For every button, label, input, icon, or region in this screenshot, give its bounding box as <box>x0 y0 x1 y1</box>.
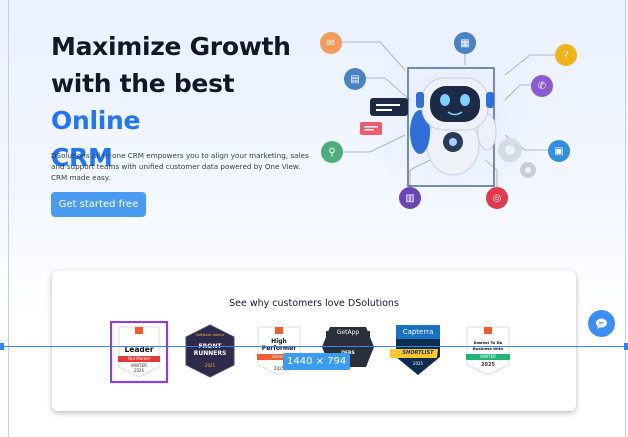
guide-cap-left <box>0 343 4 350</box>
hero-title-accent: Online <box>51 106 141 135</box>
hero-title-line2: with the best <box>51 69 235 98</box>
capterra-line1: Capterra <box>402 328 434 336</box>
search-icon: ⚲ <box>321 141 343 163</box>
g2-easiest-badge[interactable]: Easiest To Do Business With WINTER 2025 <box>464 321 520 385</box>
guide-line <box>0 343 628 350</box>
document-icon: ▤ <box>344 68 366 90</box>
chart-icon: ▥ <box>399 187 421 209</box>
capterra-badge[interactable]: Capterra SHORTLIST 2025 <box>388 321 446 385</box>
hero-illustration: ✉ ▤ ⚲ ▥ ◎ ▦ ? ✆ ▣ <box>310 20 610 220</box>
g2-leader-line2: Mid-Market <box>127 356 151 361</box>
mail-icon: ✉ <box>320 32 342 54</box>
g2-easiest-line1: Easiest To Do <box>473 340 503 345</box>
g2-easiest-shield <box>466 326 510 376</box>
target-icon: ◎ <box>486 187 508 209</box>
g2-easiest-line3: WINTER <box>480 354 496 359</box>
getapp-line1: GetApp <box>336 329 360 336</box>
g2-easiest-year: 2025 <box>481 362 495 368</box>
chat-button[interactable] <box>588 310 615 337</box>
phone-icon: ✆ <box>531 75 553 97</box>
guide-cap-right <box>624 343 628 350</box>
software-advice-badge[interactable]: Software Advice FRONT RUNNERS 2025 <box>182 321 238 385</box>
hero-title-line1: Maximize Growth <box>51 32 291 61</box>
reviews-title: See why customers love DSolutions <box>229 298 399 309</box>
dimension-label: 1440 × 794 <box>283 353 351 370</box>
g2-leader-year: 2025 <box>133 368 145 373</box>
help-icon: ? <box>555 44 577 66</box>
capterra-line2: SHORTLIST <box>402 350 434 356</box>
page: Maximize Growth with the best Online CRM… <box>0 0 628 437</box>
g2-high-performer-line1: High <box>271 338 287 345</box>
clipboard-icon: ▦ <box>454 32 476 54</box>
software-advice-year: 2025 <box>204 363 216 368</box>
software-advice-line1: Software Advice <box>195 333 225 337</box>
hero-description: DSolutions all-in-one CRM empowers you t… <box>51 151 309 182</box>
get-started-button[interactable]: Get started free <box>51 192 146 217</box>
capterra-year: 2025 <box>412 361 424 366</box>
chat-icon <box>596 318 607 329</box>
frame-outline-left <box>8 0 9 437</box>
briefcase-icon: ▣ <box>548 140 570 162</box>
reviews-card: See why customers love DSolutions Leader… <box>52 271 576 411</box>
g2-leader-badge[interactable]: Leader Mid-Market WINTER 2025 <box>109 320 169 385</box>
frame-outline-right <box>625 0 626 437</box>
